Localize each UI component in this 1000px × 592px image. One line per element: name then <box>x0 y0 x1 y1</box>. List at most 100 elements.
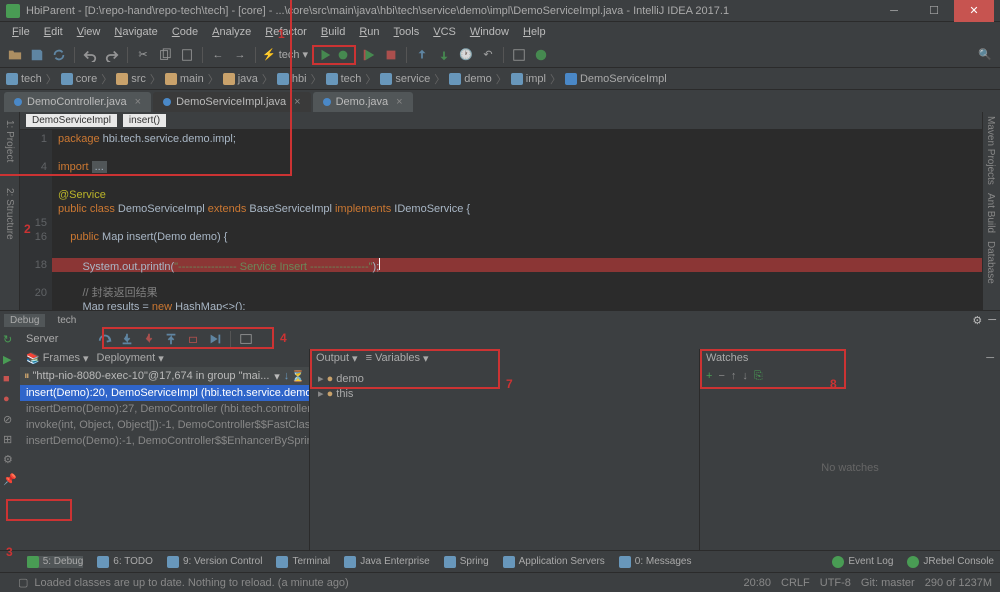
copy-icon[interactable] <box>156 46 174 64</box>
variables-tab[interactable]: ≡ Variables▾ <box>366 352 429 365</box>
menu-analyze[interactable]: Analyze <box>206 24 257 40</box>
structure-icon[interactable] <box>510 46 528 64</box>
breadcrumb-item[interactable]: java <box>223 73 258 85</box>
vcs-history-icon[interactable]: 🕐 <box>457 46 475 64</box>
remove-watch-icon[interactable]: − <box>718 370 724 382</box>
line-separator[interactable]: CRLF <box>781 577 810 589</box>
status-icon[interactable]: ▢ <box>18 576 28 589</box>
structure-tool-tab[interactable]: 2: Structure <box>2 184 17 244</box>
tool-window-button[interactable]: Terminal <box>276 556 330 568</box>
menu-navigate[interactable]: Navigate <box>108 24 163 40</box>
undo-icon[interactable] <box>81 46 99 64</box>
force-step-into-icon[interactable] <box>140 330 158 348</box>
vcs-revert-icon[interactable]: ↶ <box>479 46 497 64</box>
menu-code[interactable]: Code <box>166 24 204 40</box>
menu-view[interactable]: View <box>71 24 107 40</box>
tool-window-button[interactable]: Event Log <box>832 556 893 568</box>
minimize-button[interactable]: ─ <box>874 0 914 22</box>
stack-frame[interactable]: insertDemo(Demo):27, DemoController (hbi… <box>20 401 309 417</box>
layout-icon[interactable]: ⊞ <box>3 433 17 447</box>
rerun-icon[interactable]: ↻ <box>3 333 17 347</box>
database-tool-tab[interactable]: Database <box>983 237 998 288</box>
vcs-update-icon[interactable] <box>413 46 431 64</box>
cut-icon[interactable]: ✂ <box>134 46 152 64</box>
sync-icon[interactable] <box>50 46 68 64</box>
drop-frame-icon[interactable] <box>184 330 202 348</box>
copy-watch-icon[interactable]: ⎘ <box>754 370 763 383</box>
up-watch-icon[interactable]: ↑ <box>731 370 737 382</box>
menu-refactor[interactable]: Refactor <box>259 24 313 40</box>
breadcrumb-item[interactable]: src <box>116 73 146 85</box>
add-watch-icon[interactable]: + <box>706 370 712 382</box>
run-to-cursor-icon[interactable] <box>206 330 224 348</box>
breadcrumb-item[interactable]: service <box>380 73 430 85</box>
stop-icon[interactable] <box>382 46 400 64</box>
redo-icon[interactable] <box>103 46 121 64</box>
line-gutter[interactable]: 141516182022232526 <box>20 130 52 310</box>
git-branch[interactable]: Git: master <box>861 577 915 589</box>
breadcrumb-item[interactable]: tech <box>326 73 362 85</box>
stop-debug-icon[interactable]: ■ <box>3 373 17 387</box>
project-tool-tab[interactable]: 1: Project <box>2 116 17 166</box>
jrebel-icon[interactable] <box>532 46 550 64</box>
tool-window-button[interactable]: 0: Messages <box>619 556 692 568</box>
tool-window-button[interactable]: Java Enterprise <box>344 556 429 568</box>
down-watch-icon[interactable]: ↓ <box>742 370 748 382</box>
save-icon[interactable] <box>28 46 46 64</box>
tool-window-button[interactable]: Application Servers <box>503 556 605 568</box>
stack-frame[interactable]: insert(Demo):20, DemoServiceImpl (hbi.te… <box>20 385 309 401</box>
breadcrumb-item[interactable]: hbi <box>277 73 307 85</box>
code-text[interactable]: package hbi.tech.service.demo.impl;impor… <box>52 130 982 310</box>
run-icon[interactable] <box>316 46 334 64</box>
open-icon[interactable] <box>6 46 24 64</box>
deployment-tab[interactable]: Deployment▾ <box>97 352 164 365</box>
step-out-icon[interactable] <box>162 330 180 348</box>
editor-tab[interactable]: DemoController.java× <box>4 92 151 112</box>
watches-body[interactable]: No watches 8 <box>700 385 1000 550</box>
editor-tab[interactable]: DemoServiceImpl.java× <box>153 92 310 112</box>
variable-item[interactable]: ● demo <box>318 371 691 386</box>
variables-list[interactable]: ● demo● this <box>310 367 699 550</box>
pin-icon[interactable]: 📌 <box>3 473 17 487</box>
breadcrumb-item[interactable]: tech <box>6 73 42 85</box>
debug-minimize-icon[interactable]: ─ <box>988 314 996 326</box>
variable-item[interactable]: ● this <box>318 386 691 401</box>
tool-window-button[interactable]: 5: Debug <box>27 556 84 568</box>
breadcrumb-item[interactable]: main <box>165 73 204 85</box>
menu-run[interactable]: Run <box>353 24 385 40</box>
step-into-icon[interactable] <box>118 330 136 348</box>
caret-position[interactable]: 20:80 <box>743 577 771 589</box>
coverage-icon[interactable] <box>360 46 378 64</box>
menu-window[interactable]: Window <box>464 24 515 40</box>
encoding[interactable]: UTF-8 <box>820 577 851 589</box>
maximize-button[interactable]: ☐ <box>914 0 954 22</box>
maven-tool-tab[interactable]: Maven Projects <box>983 112 998 189</box>
tool-window-button[interactable]: 9: Version Control <box>167 556 263 568</box>
tool-window-button[interactable]: Spring <box>444 556 489 568</box>
debug-settings-icon[interactable]: ⚙ <box>972 314 982 327</box>
breadcrumb-item[interactable]: DemoServiceImpl <box>565 73 667 85</box>
forward-icon[interactable]: → <box>231 46 249 64</box>
frames-list[interactable]: insert(Demo):20, DemoServiceImpl (hbi.te… <box>20 385 309 550</box>
editor-tab[interactable]: Demo.java× <box>313 92 413 112</box>
menu-tools[interactable]: Tools <box>388 24 426 40</box>
debug-config-tab[interactable]: tech <box>51 314 82 327</box>
resume-icon[interactable]: ▶ <box>3 353 17 367</box>
run-config-selector[interactable]: ⚡tech ▾ <box>262 48 308 61</box>
debug-tab[interactable]: Debug <box>4 314 45 327</box>
step-over-icon[interactable] <box>96 330 114 348</box>
crumb-class[interactable]: DemoServiceImpl <box>26 114 117 127</box>
memory-indicator[interactable]: 290 of 1237M <box>925 577 992 589</box>
stack-frame[interactable]: insertDemo(Demo):-1, DemoController$$Enh… <box>20 433 309 449</box>
vcs-commit-icon[interactable] <box>435 46 453 64</box>
menu-edit[interactable]: Edit <box>38 24 69 40</box>
tool-window-button[interactable]: JRebel Console <box>907 556 994 568</box>
output-tab[interactable]: Output▾ <box>316 352 358 365</box>
tool-window-button[interactable]: 6: TODO <box>97 556 153 568</box>
menu-file[interactable]: File <box>6 24 36 40</box>
back-icon[interactable]: ← <box>209 46 227 64</box>
close-button[interactable]: ✕ <box>954 0 994 22</box>
mute-bp-icon[interactable]: ⊘ <box>3 413 17 427</box>
breadcrumb-item[interactable]: impl <box>511 73 546 85</box>
evaluate-icon[interactable] <box>237 330 255 348</box>
